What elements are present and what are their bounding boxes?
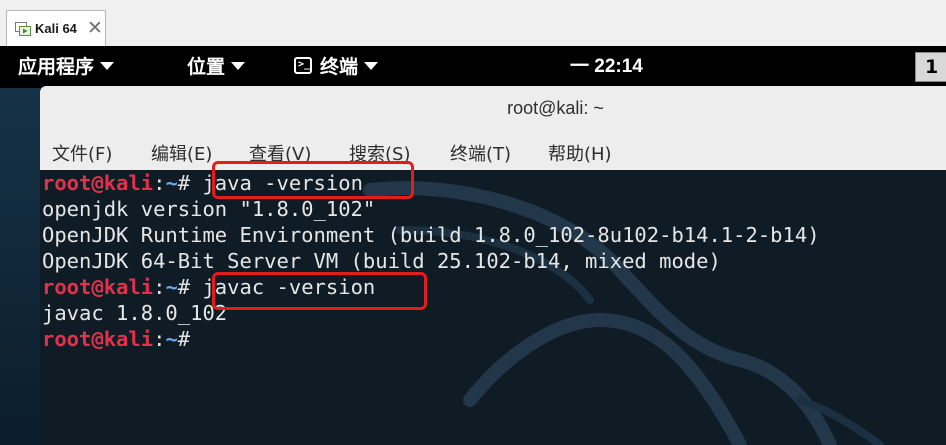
terminal-output[interactable]: root@kali:~# java -version openjdk versi… <box>40 170 946 445</box>
prompt-separator: : <box>153 275 166 299</box>
terminal-window: root@kali: ~ 文件(F) 编辑(E) 查看(V) 搜索(S) 终端(… <box>40 86 946 445</box>
terminal-app-menu[interactable]: >_ 终端 <box>294 54 379 80</box>
applications-menu[interactable]: 应用程序 <box>18 54 115 80</box>
prompt-symbol: # <box>177 275 203 299</box>
prompt-separator: : <box>153 171 166 195</box>
gnome-top-bar: 应用程序 位置 >_ 终端 一 22:14 1 <box>0 46 946 88</box>
chevron-down-icon <box>100 61 115 70</box>
terminal-line-2: openjdk version "1.8.0_102" <box>42 197 376 221</box>
prompt-path: ~ <box>165 327 178 351</box>
desktop-strip <box>0 88 40 445</box>
prompt-symbol: # <box>177 327 203 351</box>
prompt-path: ~ <box>165 171 178 195</box>
highlight-box-java <box>212 161 414 199</box>
window-titlebar[interactable]: root@kali: ~ <box>40 86 946 130</box>
menu-terminal[interactable]: 终端(T) <box>450 140 511 166</box>
vm-tab-label: Kali 64 <box>35 21 77 36</box>
highlight-box-javac <box>212 272 427 310</box>
workspace-indicator[interactable]: 1 <box>915 52 946 82</box>
terminal-line-3: OpenJDK Runtime Environment (build 1.8.0… <box>42 223 820 247</box>
terminal-app-label: 终端 <box>320 56 359 78</box>
menu-bar: 文件(F) 编辑(E) 查看(V) 搜索(S) 终端(T) 帮助(H) <box>40 130 946 171</box>
prompt-path: ~ <box>165 275 178 299</box>
vmware-tab-strip: Kali 64 ✕ <box>0 0 946 47</box>
prompt-separator: : <box>153 327 166 351</box>
clock[interactable]: 一 22:14 <box>570 54 643 80</box>
prompt-symbol: # <box>177 171 203 195</box>
places-menu[interactable]: 位置 <box>187 54 246 80</box>
chevron-down-icon <box>231 61 246 70</box>
menu-file[interactable]: 文件(F) <box>52 140 112 166</box>
prompt-user: root@kali <box>42 327 154 351</box>
window-title: root@kali: ~ <box>507 98 604 118</box>
terminal-icon: >_ <box>294 57 312 74</box>
terminal-line-4: OpenJDK 64-Bit Server VM (build 25.102-b… <box>42 249 721 273</box>
terminal-line-7: root@kali:~# <box>42 326 202 352</box>
applications-label: 应用程序 <box>18 56 95 78</box>
prompt-user: root@kali <box>42 275 154 299</box>
close-icon[interactable]: ✕ <box>87 16 103 40</box>
prompt-user: root@kali <box>42 171 154 195</box>
vm-play-icon <box>15 22 31 36</box>
chevron-down-icon <box>364 61 379 70</box>
menu-edit[interactable]: 编辑(E) <box>151 140 212 166</box>
vm-tab-kali[interactable]: Kali 64 ✕ <box>6 10 106 46</box>
menu-help[interactable]: 帮助(H) <box>548 140 612 166</box>
terminal-line-6: javac 1.8.0_102 <box>42 301 228 325</box>
places-label: 位置 <box>187 56 226 78</box>
